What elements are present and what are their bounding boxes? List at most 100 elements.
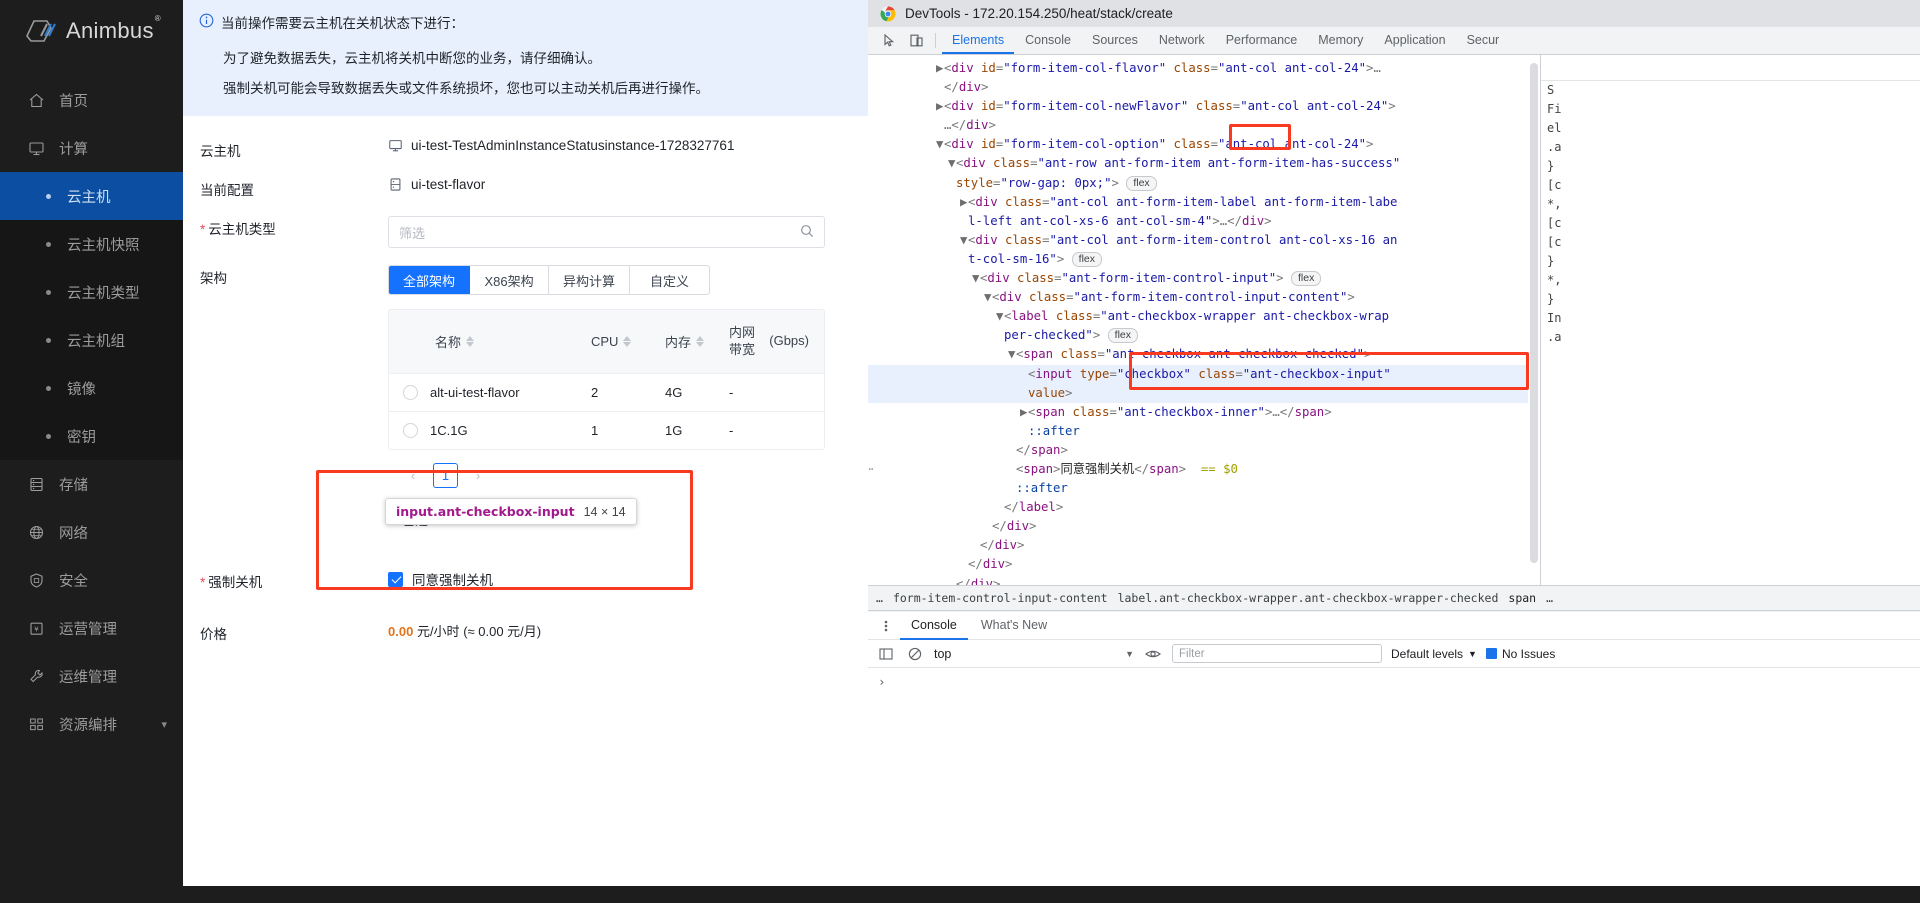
dom-tree-line[interactable]: ▶<div id="form-item-col-flavor" class="a… (868, 59, 1540, 78)
dom-tree-line[interactable]: ▼<label class="ant-checkbox-wrapper ant-… (868, 307, 1540, 326)
scrollbar-thumb[interactable] (1530, 63, 1538, 563)
arch-option-custom[interactable]: 自定义 (630, 266, 709, 294)
dom-tree-line[interactable]: ▼<div class="ant-form-item-control-input… (868, 269, 1540, 288)
sidebar-item-cloud-host[interactable]: 云主机 (0, 172, 183, 220)
sort-icon[interactable] (466, 336, 474, 347)
console-issues-button[interactable]: No Issues (1486, 647, 1555, 661)
style-rule-line: el (1541, 119, 1920, 138)
sidebar-item-image[interactable]: 镜像 (0, 364, 183, 412)
dom-tree-line[interactable]: ▶<div class="ant-col ant-form-item-label… (868, 193, 1540, 212)
tab-network[interactable]: Network (1149, 27, 1215, 54)
tab-performance[interactable]: Performance (1216, 27, 1308, 54)
dom-tree-line[interactable]: </div> (868, 536, 1540, 555)
sidebar-item-compute[interactable]: 计算 (0, 124, 183, 172)
dom-tree-line[interactable]: ::after (868, 479, 1540, 498)
dom-tree-pane[interactable]: ▶<div id="form-item-col-flavor" class="a… (868, 55, 1540, 585)
pagination-prev-button[interactable]: ‹ (402, 465, 424, 487)
sidebar-item-resource-orchestration[interactable]: 资源编排 ▾ (0, 700, 183, 748)
tab-elements[interactable]: Elements (942, 27, 1014, 54)
table-column-header-memory[interactable]: 内存 (665, 332, 729, 351)
dom-tree-line[interactable]: value> (868, 384, 1540, 403)
breadcrumb-more[interactable]: … (1546, 591, 1553, 605)
tab-security[interactable]: Secur (1457, 27, 1510, 54)
dom-tree-line[interactable]: </div> (868, 575, 1540, 585)
form-row-flavor-table: 名称 CPU 内存 内 (183, 309, 868, 529)
chevron-down-icon[interactable]: ▾ (161, 718, 167, 731)
inspect-element-icon[interactable] (876, 27, 902, 54)
table-row[interactable]: 1C.1G 1 1G - (389, 411, 824, 449)
drawer-tab-console[interactable]: Console (900, 612, 968, 640)
table-row[interactable]: alt-ui-test-flavor 2 4G - (389, 373, 824, 411)
sidebar-item-keypair[interactable]: 密钥 (0, 412, 183, 460)
search-input[interactable]: 筛选 (388, 216, 825, 248)
dom-tree-line[interactable]: ▼<span class="ant-checkbox ant-checkbox-… (868, 345, 1540, 364)
dom-tree-scrollbar[interactable] (1528, 55, 1540, 585)
pagination-next-button[interactable]: › (467, 465, 489, 487)
pagination-page-1[interactable]: 1 (433, 463, 458, 488)
arch-option-all[interactable]: 全部架构 (389, 266, 470, 294)
breadcrumb-item-content[interactable]: form-item-control-input-content (893, 591, 1108, 605)
dom-tree-line[interactable]: ▼<div id="form-item-col-option" class="a… (868, 135, 1540, 154)
row-radio[interactable] (403, 385, 418, 400)
sidebar-item-cloud-host-type[interactable]: 云主机类型 (0, 268, 183, 316)
dom-tree-line[interactable]: ▼<div class="ant-form-item-control-input… (868, 288, 1540, 307)
dom-tree-line[interactable]: </div> (868, 555, 1540, 574)
console-filter-input[interactable]: Filter (1172, 644, 1382, 663)
agree-force-shutdown-checkbox[interactable] (388, 572, 403, 587)
dom-tree-line[interactable]: per-checked"> flex (868, 326, 1540, 345)
brand-logo-area[interactable]: Animbus® (0, 0, 183, 62)
dom-tree-line[interactable]: ⋯<span>同意强制关机</span> == $0 (868, 460, 1540, 479)
sidebar-item-cloud-host-snapshot[interactable]: 云主机快照 (0, 220, 183, 268)
console-input-prompt[interactable]: › (868, 668, 1920, 695)
table-column-header-cpu[interactable]: CPU (591, 334, 665, 349)
console-sidebar-icon[interactable] (876, 644, 896, 664)
arch-segmented-control[interactable]: 全部架构 X86架构 异构计算 自定义 (388, 265, 710, 295)
console-context-select[interactable]: top ▼ (934, 647, 1134, 661)
sidebar-item-home[interactable]: 首页 (0, 76, 183, 124)
table-column-header-name[interactable]: 名称 (403, 332, 591, 351)
console-log-level-select[interactable]: Default levels ▼ (1391, 647, 1477, 661)
styles-pane[interactable]: SFiel.a}[c*,[c[c}*,}In.a (1540, 55, 1920, 585)
breadcrumb-item-label[interactable]: label.ant-checkbox-wrapper.ant-checkbox-… (1118, 591, 1499, 605)
sort-icon[interactable] (623, 336, 631, 347)
dom-tree-line[interactable]: ▶<div id="form-item-col-newFlavor" class… (868, 97, 1540, 116)
tab-console[interactable]: Console (1015, 27, 1081, 54)
sidebar-nav: 首页 计算 云主机 云主机快照 云主机类型 (0, 76, 183, 748)
dom-tree-line[interactable]: ▼<div class="ant-col ant-form-item-contr… (868, 231, 1540, 250)
sidebar-item-network[interactable]: 网络 (0, 508, 183, 556)
dom-tree-line[interactable]: l-left ant-col-xs-6 ant-col-sm-4">…</div… (868, 212, 1540, 231)
dom-tree-line[interactable]: <input type="checkbox" class="ant-checkb… (868, 365, 1540, 384)
more-vertical-icon[interactable] (874, 619, 898, 633)
dom-tree-line[interactable]: style="row-gap: 0px;"> flex (868, 174, 1540, 193)
device-toolbar-icon[interactable] (903, 27, 929, 54)
sort-icon[interactable] (696, 336, 704, 347)
drawer-tab-whats-new[interactable]: What's New (970, 612, 1058, 640)
sidebar-item-storage[interactable]: 存储 (0, 460, 183, 508)
tab-memory[interactable]: Memory (1308, 27, 1373, 54)
dom-tree-line[interactable]: </div> (868, 78, 1540, 97)
dom-tree-line[interactable]: </div> (868, 517, 1540, 536)
tab-application[interactable]: Application (1374, 27, 1455, 54)
dom-tree-line[interactable]: ::after (868, 422, 1540, 441)
dom-tree-line[interactable]: ▼<div class="ant-row ant-form-item ant-f… (868, 154, 1540, 173)
dom-tree-line[interactable]: …</div> (868, 116, 1540, 135)
arch-option-x86[interactable]: X86架构 (470, 266, 549, 294)
live-expression-icon[interactable] (1143, 644, 1163, 664)
dom-tree-line[interactable]: </span> (868, 441, 1540, 460)
sidebar-item-operations-mgmt[interactable]: ¥ 运营管理 (0, 604, 183, 652)
sidebar-item-security[interactable]: 安全 (0, 556, 183, 604)
force-shutdown-checkbox-row[interactable]: 同意强制关机 (388, 569, 493, 589)
breadcrumb-item-span[interactable]: span (1508, 591, 1536, 605)
sidebar-item-ops-maintenance[interactable]: 运维管理 (0, 652, 183, 700)
breadcrumb-overflow[interactable]: … (876, 591, 883, 605)
tab-sources[interactable]: Sources (1082, 27, 1148, 54)
arch-option-heterogeneous[interactable]: 异构计算 (549, 266, 630, 294)
dom-tree-line[interactable]: t-col-sm-16"> flex (868, 250, 1540, 269)
row-memory-cell: 1G (665, 423, 729, 438)
search-icon[interactable] (800, 224, 814, 241)
sidebar-item-cloud-host-group[interactable]: 云主机组 (0, 316, 183, 364)
dom-tree-line[interactable]: ▶<span class="ant-checkbox-inner">…</spa… (868, 403, 1540, 422)
clear-console-icon[interactable] (905, 644, 925, 664)
dom-tree-line[interactable]: </label> (868, 498, 1540, 517)
row-radio[interactable] (403, 423, 418, 438)
